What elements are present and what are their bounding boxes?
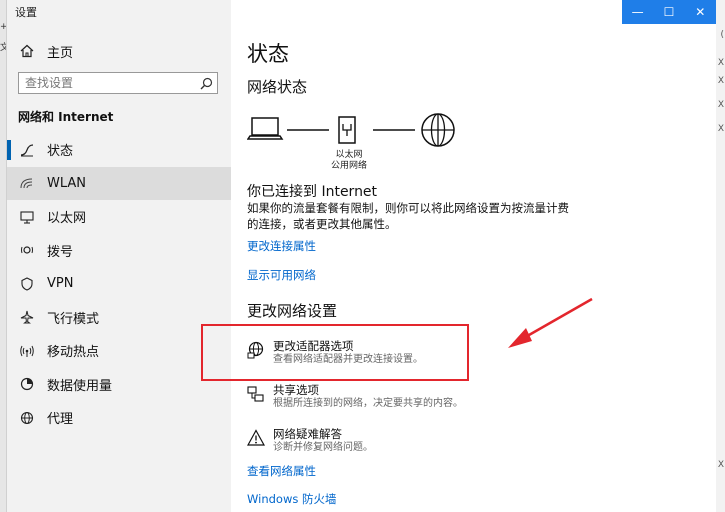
option-description: 根据所连接到的网络，决定要共享的内容。 — [273, 398, 463, 409]
sidebar-home-label: 主页 — [47, 45, 74, 61]
background-char: X — [717, 58, 724, 68]
sidebar-nav: 状态 WLAN 以太网 拨号 VPN 飞行模式 移动热点 数据使用量 代理 — [7, 133, 231, 435]
ethernet-icon — [7, 210, 47, 224]
sidebar-item-ethernet[interactable]: 以太网 — [7, 200, 231, 234]
background-char: X — [717, 460, 724, 470]
dialup-icon — [7, 243, 47, 257]
option-title: 共享选项 — [273, 383, 319, 397]
background-char: X — [717, 100, 724, 110]
globe-icon — [421, 113, 455, 147]
network-diagram: 以太网 公用网络 — [247, 112, 487, 172]
maximize-button[interactable]: ☐ — [653, 0, 685, 24]
change-network-settings-heading: 更改网络设置 — [247, 302, 338, 320]
sidebar-item-label: 飞行模式 — [47, 311, 100, 327]
show-available-networks-link[interactable]: 显示可用网络 — [247, 267, 316, 283]
laptop-icon — [247, 117, 284, 140]
sidebar-item-label: VPN — [47, 276, 74, 292]
diagram-caption-line1: 以太网 — [335, 150, 363, 160]
view-network-properties-link[interactable]: 查看网络属性 — [247, 463, 316, 479]
search-icon[interactable] — [195, 77, 217, 90]
option-title: 网络疑难解答 — [273, 427, 342, 441]
sharing-icon — [247, 383, 273, 413]
change-connection-properties-link[interactable]: 更改连接属性 — [247, 238, 316, 254]
home-icon — [7, 44, 47, 58]
annotation-highlight-box — [201, 324, 469, 381]
search-input[interactable] — [19, 74, 195, 92]
page-title: 状态 — [247, 42, 289, 66]
diagram-caption: 以太网 公用网络 — [323, 150, 375, 172]
sidebar-item-proxy[interactable]: 代理 — [7, 401, 231, 435]
network-status-heading: 网络状态 — [247, 78, 308, 96]
status-icon — [7, 143, 47, 157]
close-button[interactable]: ✕ — [684, 0, 716, 24]
hotspot-icon — [7, 344, 47, 358]
sidebar-item-label: 状态 — [47, 144, 74, 160]
sidebar-item-label: WLAN — [47, 175, 87, 191]
sidebar-item-vpn[interactable]: VPN — [7, 267, 231, 301]
settings-window: 设置 主页 网络和 Internet 状态 — [6, 0, 716, 512]
sidebar-item-status[interactable]: 状态 — [7, 133, 231, 167]
sidebar-item-home[interactable]: 主页 — [7, 38, 231, 64]
connected-title: 你已连接到 Internet — [247, 184, 378, 200]
search-box[interactable] — [18, 72, 218, 94]
network-troubleshooter[interactable]: 网络疑难解答 诊断并修复网络问题。 — [247, 427, 547, 457]
sidebar-item-label: 以太网 — [47, 211, 87, 227]
window-title: 设置 — [15, 6, 37, 19]
sharing-options[interactable]: 共享选项 根据所连接到的网络，决定要共享的内容。 — [247, 383, 547, 413]
sidebar-item-data-usage[interactable]: 数据使用量 — [7, 368, 231, 402]
windows-firewall-link[interactable]: Windows 防火墙 — [247, 491, 337, 507]
background-char: X — [717, 124, 724, 134]
data-usage-icon — [7, 377, 47, 391]
sidebar-item-label: 代理 — [47, 412, 74, 428]
proxy-icon — [7, 411, 47, 425]
minimize-button[interactable]: — — [622, 0, 654, 24]
background-window-right: ( X X X X X — [715, 0, 725, 512]
window-controls: — ☐ ✕ — [622, 0, 716, 24]
main-content: — ☐ ✕ 状态 网络状态 以太网 公用网络 你已连接到 Internet 如果… — [231, 0, 716, 512]
sidebar-section-title: 网络和 Internet — [18, 110, 114, 124]
background-char: ( — [720, 30, 724, 40]
connected-description: 如果你的流量套餐有限制，则你可以将此网络设置为按流量计费的连接，或者更改其他属性… — [247, 201, 569, 231]
sidebar-item-airplane[interactable]: 飞行模式 — [7, 301, 231, 335]
annotation-arrow — [508, 297, 593, 348]
airplane-icon — [7, 310, 47, 324]
active-indicator — [7, 140, 11, 160]
sidebar-item-label: 数据使用量 — [47, 378, 113, 394]
sidebar-item-label: 移动热点 — [47, 345, 100, 361]
diagram-caption-line2: 公用网络 — [330, 161, 367, 171]
sidebar-item-wlan[interactable]: WLAN — [7, 166, 231, 200]
warning-icon — [247, 427, 273, 457]
wifi-icon — [7, 176, 47, 190]
ethernet-adapter-icon — [338, 116, 356, 144]
sidebar-item-label: 拨号 — [47, 244, 74, 260]
sidebar: 设置 主页 网络和 Internet 状态 — [7, 0, 231, 512]
background-char: X — [717, 76, 724, 86]
option-description: 诊断并修复网络问题。 — [273, 442, 373, 453]
sidebar-item-dialup[interactable]: 拨号 — [7, 234, 231, 268]
vpn-icon — [7, 277, 47, 291]
sidebar-item-hotspot[interactable]: 移动热点 — [7, 334, 231, 368]
